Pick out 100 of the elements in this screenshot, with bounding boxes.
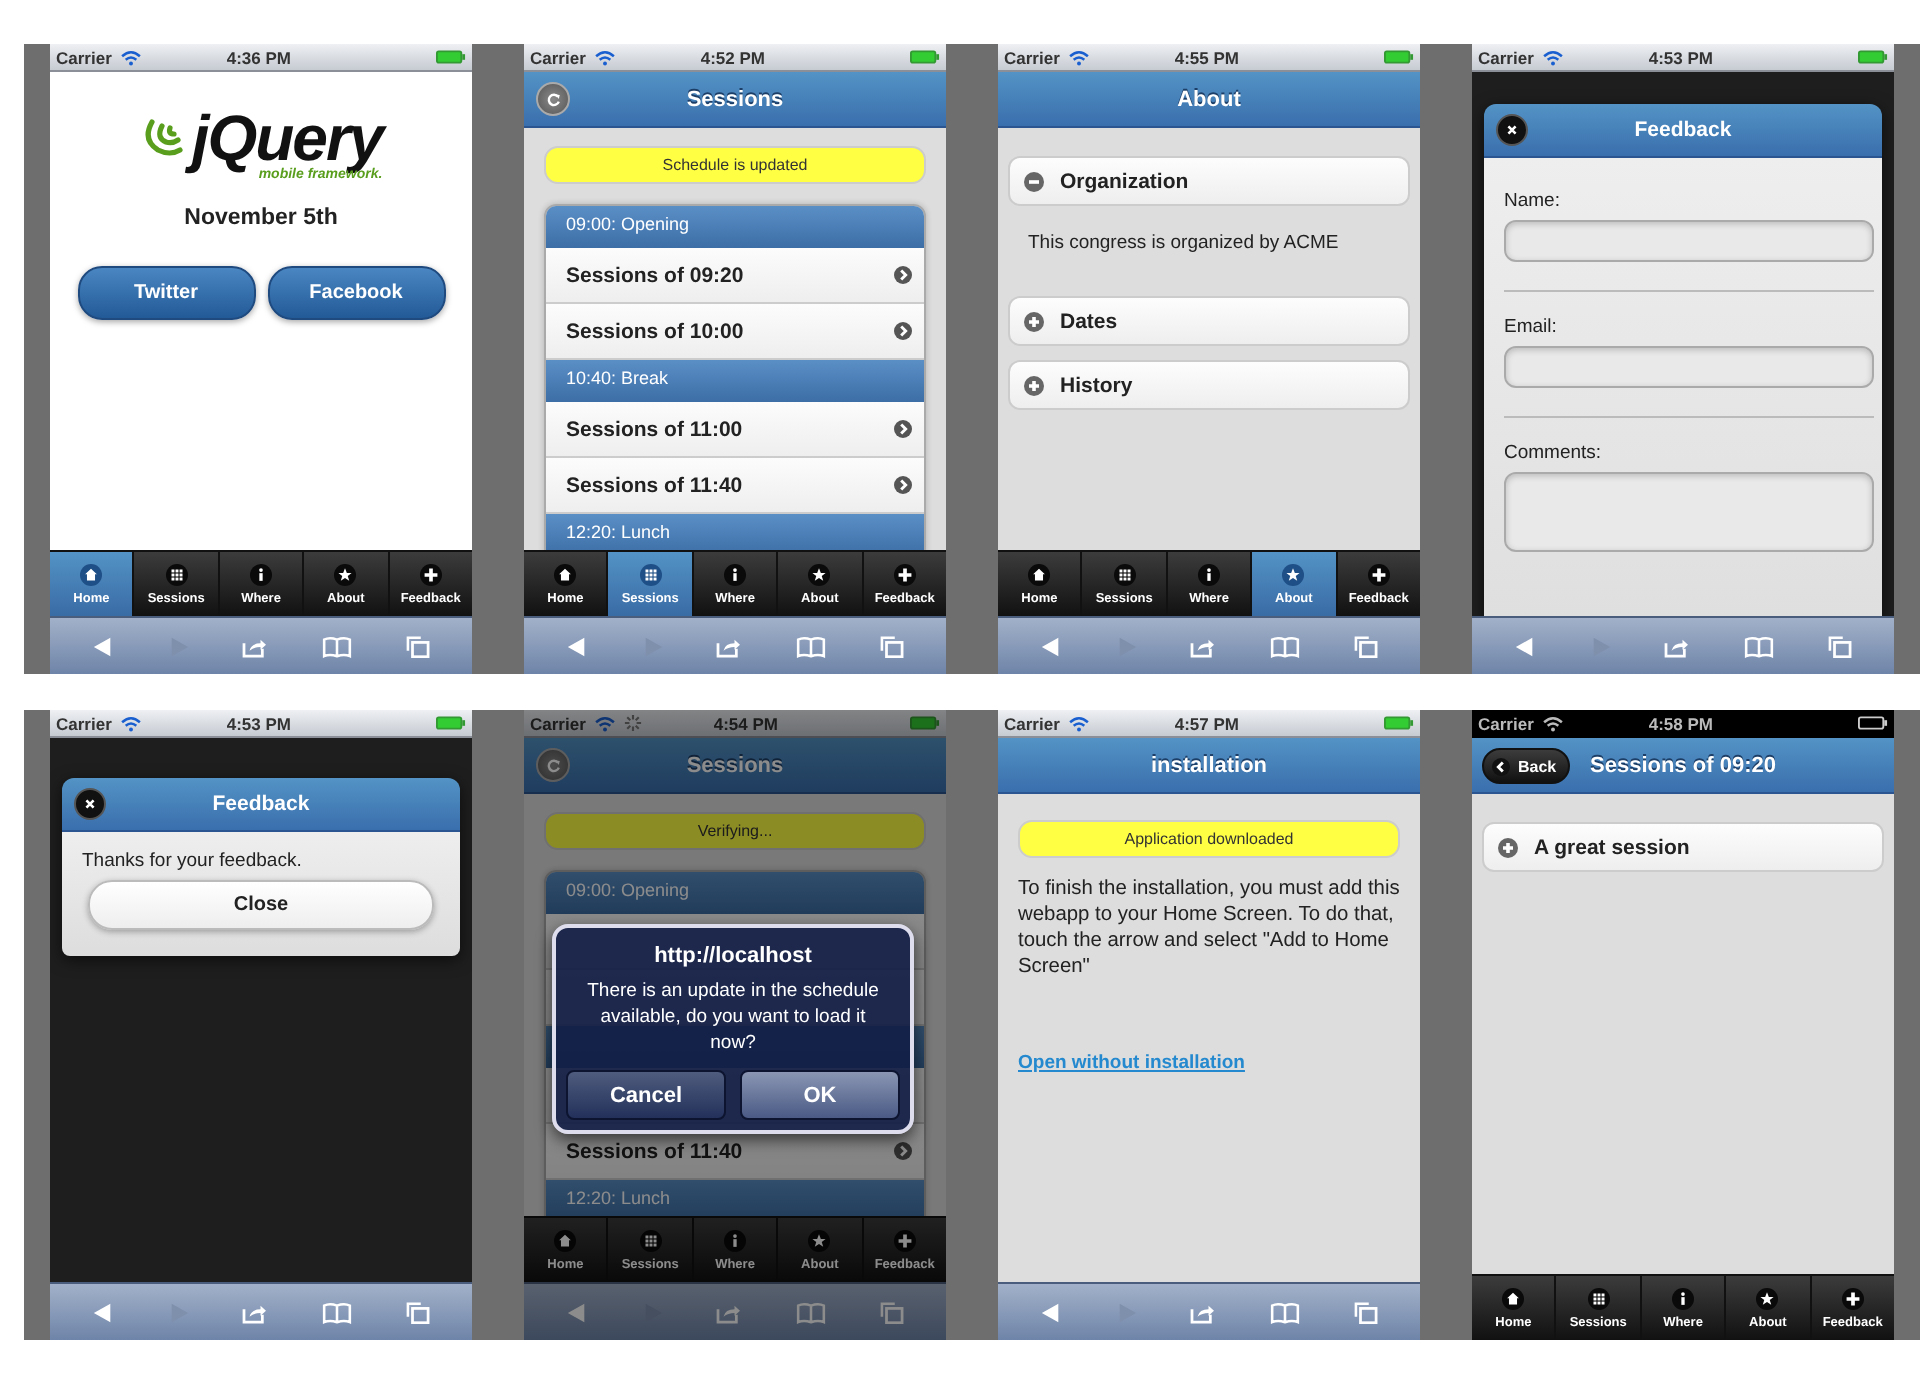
battery-icon bbox=[1384, 716, 1414, 730]
bookmarks-icon[interactable] bbox=[322, 1301, 353, 1323]
share-icon[interactable] bbox=[716, 635, 743, 657]
home-icon bbox=[1502, 1287, 1525, 1309]
info-icon bbox=[724, 1229, 747, 1251]
back-arrow-icon[interactable] bbox=[92, 1301, 115, 1323]
plus-icon bbox=[1024, 375, 1044, 395]
refresh-button[interactable] bbox=[536, 748, 570, 782]
plus-icon bbox=[893, 563, 916, 585]
info-icon bbox=[1198, 563, 1221, 585]
carrier-label: Carrier bbox=[1004, 713, 1060, 733]
carrier-label: Carrier bbox=[1478, 713, 1534, 733]
status-time: 4:58 PM bbox=[1646, 713, 1715, 733]
list-item[interactable]: Sessions of 11:40 bbox=[546, 458, 924, 514]
list-item[interactable]: Sessions of 10:00 bbox=[546, 304, 924, 360]
social-button[interactable]: Facebook bbox=[267, 266, 445, 320]
page-title: installation bbox=[1150, 753, 1268, 777]
text-field[interactable] bbox=[1504, 220, 1874, 262]
close-button[interactable] bbox=[74, 788, 106, 820]
bookmarks-icon[interactable] bbox=[1744, 635, 1775, 657]
wifi-icon bbox=[593, 49, 616, 65]
battery-icon bbox=[1858, 50, 1888, 64]
event-date: November 5th bbox=[184, 206, 338, 230]
info-icon bbox=[250, 563, 273, 585]
battery-icon bbox=[436, 50, 466, 64]
grid-icon bbox=[639, 563, 662, 585]
text-field[interactable] bbox=[1504, 346, 1874, 388]
grid-icon bbox=[639, 1229, 662, 1251]
social-button[interactable]: Twitter bbox=[77, 266, 255, 320]
share-icon[interactable] bbox=[1664, 635, 1691, 657]
field-label: Comments: bbox=[1504, 442, 1604, 464]
share-icon[interactable] bbox=[242, 635, 269, 657]
field-label: Email: bbox=[1504, 316, 1559, 338]
collapsible-header[interactable]: History bbox=[1008, 360, 1410, 410]
plus-icon bbox=[1498, 837, 1518, 857]
notice-bar: Schedule is updated bbox=[544, 146, 926, 184]
wifi-icon bbox=[1067, 49, 1090, 65]
plus-icon bbox=[1841, 1287, 1864, 1309]
star-icon bbox=[1756, 1287, 1779, 1309]
bookmarks-icon[interactable] bbox=[796, 1301, 827, 1323]
wifi-icon bbox=[119, 715, 142, 731]
collapsible-header[interactable]: A great session bbox=[1482, 822, 1884, 872]
plus-icon bbox=[419, 563, 442, 585]
back-arrow-icon[interactable] bbox=[1040, 1301, 1063, 1323]
notice-bar: Verifying... bbox=[544, 812, 926, 850]
plus-icon bbox=[893, 1229, 916, 1251]
bookmarks-icon[interactable] bbox=[322, 635, 353, 657]
alert-message: There is an update in the schedule available, do you want to load it now? bbox=[585, 978, 881, 1056]
close-icon bbox=[84, 798, 96, 810]
comments-field[interactable] bbox=[1504, 472, 1874, 552]
tabs-icon[interactable] bbox=[1353, 1301, 1378, 1323]
battery-icon bbox=[1858, 716, 1888, 730]
wifi-icon bbox=[593, 715, 616, 731]
carrier-label: Carrier bbox=[56, 713, 112, 733]
list-item[interactable]: Sessions of 09:20 bbox=[546, 248, 924, 304]
bookmarks-icon[interactable] bbox=[1270, 635, 1301, 657]
bookmarks-icon[interactable] bbox=[1270, 1301, 1301, 1323]
alert-button[interactable]: OK bbox=[740, 1070, 900, 1120]
share-icon[interactable] bbox=[1190, 1301, 1217, 1323]
list-item[interactable]: Sessions of 11:00 bbox=[546, 402, 924, 458]
back-arrow-icon[interactable] bbox=[566, 635, 589, 657]
page-title: Sessions bbox=[686, 87, 784, 111]
status-time: 4:52 PM bbox=[698, 47, 767, 67]
back-arrow-icon[interactable] bbox=[1514, 635, 1537, 657]
plus-icon bbox=[1024, 311, 1044, 331]
page-title: Sessions bbox=[686, 753, 784, 777]
status-time: 4:53 PM bbox=[224, 713, 293, 733]
refresh-button[interactable] bbox=[536, 82, 570, 116]
star-icon bbox=[808, 1229, 831, 1251]
close-button[interactable] bbox=[1496, 114, 1528, 146]
battery-icon bbox=[910, 716, 940, 730]
tabs-icon[interactable] bbox=[405, 1301, 430, 1323]
star-icon bbox=[808, 563, 831, 585]
chevron-right-icon bbox=[894, 476, 912, 494]
bookmarks-icon[interactable] bbox=[796, 635, 827, 657]
tabs-icon[interactable] bbox=[1827, 635, 1852, 657]
alert-title: http://localhost bbox=[654, 944, 812, 968]
chevron-right-icon bbox=[894, 1142, 912, 1160]
home-icon bbox=[1028, 563, 1051, 585]
alert-button[interactable]: Cancel bbox=[566, 1070, 726, 1120]
share-icon[interactable] bbox=[716, 1301, 743, 1323]
share-icon[interactable] bbox=[1190, 635, 1217, 657]
share-icon[interactable] bbox=[242, 1301, 269, 1323]
wifi-icon bbox=[119, 49, 142, 65]
tabs-icon[interactable] bbox=[879, 1301, 904, 1323]
close-button[interactable]: Close bbox=[88, 880, 434, 930]
back-arrow-icon[interactable] bbox=[566, 1301, 589, 1323]
tabs-icon[interactable] bbox=[1353, 635, 1378, 657]
tabs-icon[interactable] bbox=[879, 635, 904, 657]
back-arrow-icon[interactable] bbox=[1040, 635, 1063, 657]
instructions-text: To finish the installation, you must add this webapp to your Home Screen. To do that, touch the arrow and select "Add to Home Screen" bbox=[1018, 876, 1400, 980]
collapsible-header[interactable]: Organization bbox=[1008, 156, 1410, 206]
home-icon bbox=[554, 1229, 577, 1251]
back-arrow-icon[interactable] bbox=[92, 635, 115, 657]
chevron-right-icon bbox=[894, 420, 912, 438]
section-text: This congress is organized by ACME bbox=[1026, 230, 1341, 258]
back-button[interactable]: Back bbox=[1482, 748, 1571, 784]
tabs-icon[interactable] bbox=[405, 635, 430, 657]
grid-icon bbox=[1113, 563, 1136, 585]
collapsible-header[interactable]: Dates bbox=[1008, 296, 1410, 346]
